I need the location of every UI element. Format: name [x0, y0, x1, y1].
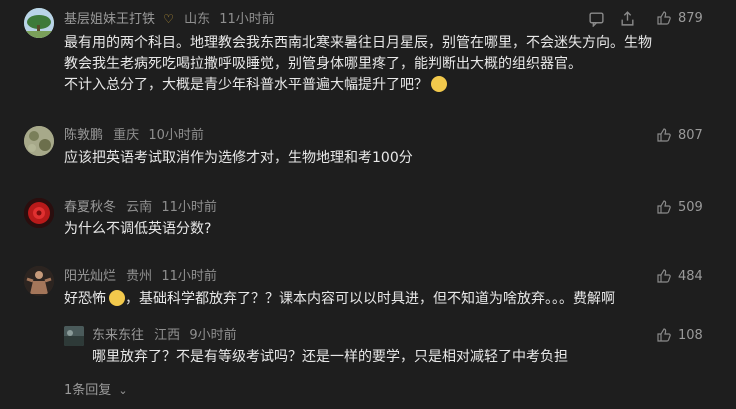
- comment-line: 应该把英语考试取消作为选修才对，生物地理和考100分: [64, 150, 413, 166]
- reply-icon[interactable]: [588, 10, 605, 27]
- comment-text: 为什么不调低英语分数?: [64, 219, 211, 240]
- location: 贵州: [126, 269, 153, 284]
- grimace-emoji-icon: [431, 76, 447, 92]
- comment-line-text: 好恐怖: [64, 291, 106, 307]
- avatar[interactable]: [24, 198, 54, 228]
- avatar-figure-image: [24, 266, 54, 296]
- view-replies-link[interactable]: 1条回复 ⌄: [64, 379, 128, 398]
- timestamp: 11小时前: [219, 12, 275, 27]
- like-count: 879: [678, 10, 703, 26]
- thumbs-up-icon: [657, 200, 671, 214]
- timestamp: 11小时前: [161, 269, 217, 284]
- comment-item: 陈敦鹏 重庆 10小时前 807 应该把英语考试取消作为选修才对，生物地理和考1…: [0, 120, 736, 190]
- like-button[interactable]: 879: [656, 10, 703, 26]
- avatar[interactable]: [24, 126, 54, 156]
- comment-text: 好恐怖 ，基础科学都放弃了？？课本内容可以以时具进，但不知道为啥放弃。。。费解啊: [64, 289, 615, 310]
- avatar[interactable]: [24, 266, 54, 296]
- comment-text: 应该把英语考试取消作为选修才对，生物地理和考100分: [64, 148, 413, 169]
- comment-meta: 陈敦鹏 重庆 10小时前: [64, 127, 204, 145]
- timestamp: 9小时前: [189, 328, 237, 343]
- comment-line-text: 不计入总分了，大概是青少年科普水平普遍大幅提升了吧？: [64, 77, 428, 93]
- action-icons: [588, 10, 636, 27]
- like-count: 807: [678, 127, 703, 143]
- comment-line: 不计入总分了，大概是青少年科普水平普遍大幅提升了吧？: [64, 75, 652, 96]
- comment-meta: 基层姐妹王打铁 ♡ 山东 11小时前: [64, 10, 275, 29]
- comment-text: 最有用的两个科目。地理教会我东西南北寒来暑往日月星辰，别管在哪里，不会迷失方向。…: [64, 33, 652, 96]
- location: 云南: [126, 200, 153, 215]
- username[interactable]: 东来东往: [92, 328, 144, 343]
- username[interactable]: 阳光灿烂: [64, 269, 116, 284]
- comment-line: 教会我生老病死吃喝拉撒呼吸睡觉，别管身体哪里疼了，能判断出大概的组织器官。: [64, 56, 582, 72]
- avatar-flower-image: [24, 198, 54, 228]
- thumbs-up-icon: [657, 328, 671, 342]
- comment-line: 好恐怖 ，基础科学都放弃了？？课本内容可以以时具进，但不知道为啥放弃。。。费解啊: [64, 289, 615, 310]
- like-count: 108: [678, 327, 703, 343]
- username[interactable]: 基层姐妹王打铁: [64, 12, 155, 27]
- scream-emoji-icon: [109, 290, 125, 306]
- avatar-image: [64, 326, 84, 346]
- comment-text: 哪里放弃了？不是有等级考试吗？还是一样的要学，只是相对减轻了中考负担: [92, 347, 568, 368]
- like-count: 509: [678, 199, 703, 215]
- location: 重庆: [113, 128, 140, 143]
- username[interactable]: 陈敦鹏: [64, 128, 103, 143]
- comment-item: 基层姐妹王打铁 ♡ 山东 11小时前 879 最有用的两个科目。地理教会我东西南…: [0, 0, 736, 110]
- location: 山东: [184, 12, 211, 27]
- reply-item: 东来东往 江西 9小时前 108 哪里放弃了？不是有等级考试吗？还是一样的要学，…: [0, 318, 736, 373]
- thumbs-up-icon: [657, 11, 671, 25]
- comment-line: 哪里放弃了？不是有等级考试吗？还是一样的要学，只是相对减轻了中考负担: [92, 349, 568, 365]
- avatar[interactable]: [64, 326, 84, 346]
- timestamp: 10小时前: [148, 128, 204, 143]
- like-button[interactable]: 807: [656, 127, 703, 143]
- thumbs-up-icon: [657, 269, 671, 283]
- thumbs-up-icon: [657, 128, 671, 142]
- avatar-image: [24, 126, 54, 156]
- badge-icon: ♡: [163, 12, 174, 26]
- comment-line: 为什么不调低英语分数?: [64, 221, 212, 237]
- like-button[interactable]: 509: [656, 199, 703, 215]
- share-icon[interactable]: [619, 10, 636, 27]
- view-replies-label: 1条回复: [64, 383, 112, 398]
- like-button[interactable]: 108: [656, 327, 703, 343]
- comment-line-text: ，基础科学都放弃了？？课本内容可以以时具进，但不知道为啥放弃。。。费解啊: [125, 291, 615, 307]
- comment-meta: 东来东往 江西 9小时前: [92, 327, 237, 345]
- username[interactable]: 春夏秋冬: [64, 200, 116, 215]
- avatar[interactable]: [24, 8, 54, 38]
- comment-item: 阳光灿烂 贵州 11小时前 484 好恐怖 ，基础科学都放弃了？？课本内容可以以时…: [0, 258, 736, 318]
- like-button[interactable]: 484: [656, 268, 703, 284]
- comment-meta: 阳光灿烂 贵州 11小时前: [64, 268, 217, 286]
- avatar-tree-image: [24, 8, 54, 38]
- comment-meta: 春夏秋冬 云南 11小时前: [64, 199, 217, 217]
- like-count: 484: [678, 268, 703, 284]
- comment-line: 最有用的两个科目。地理教会我东西南北寒来暑往日月星辰，别管在哪里，不会迷失方向。…: [64, 35, 652, 51]
- timestamp: 11小时前: [161, 200, 217, 215]
- comment-item: 春夏秋冬 云南 11小时前 509 为什么不调低英语分数?: [0, 190, 736, 260]
- location: 江西: [154, 328, 181, 343]
- chevron-down-icon: ⌄: [118, 384, 128, 397]
